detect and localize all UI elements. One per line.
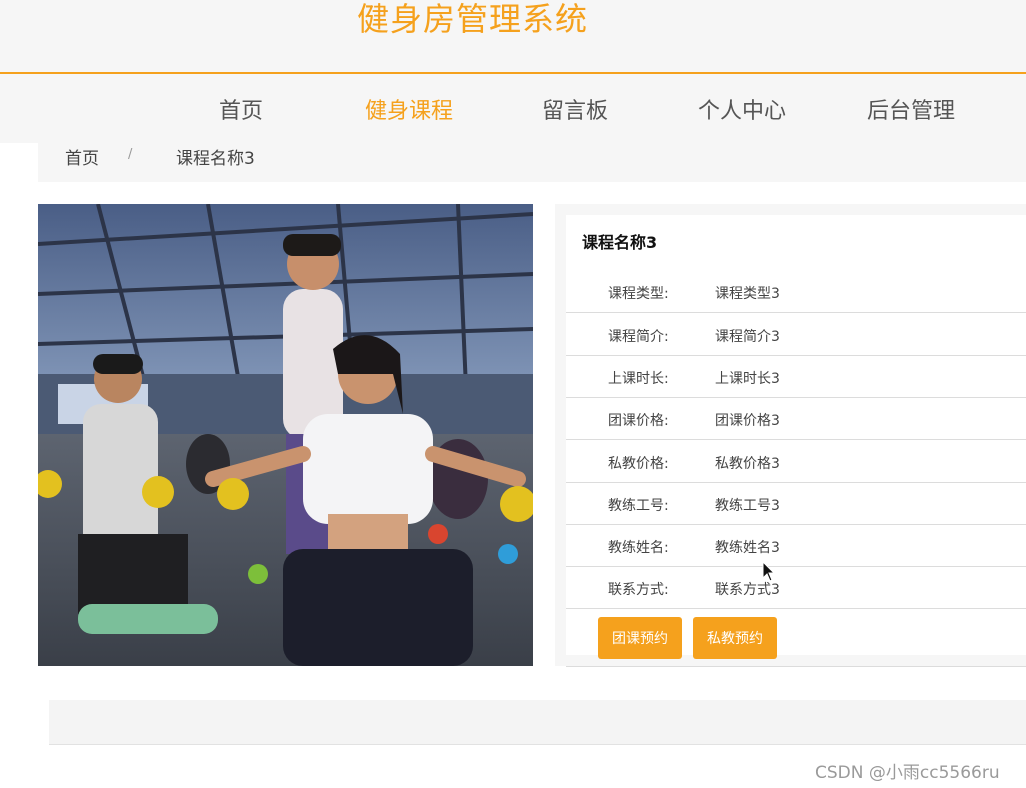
detail-row-course-intro: 课程简介: 课程简介3 [566, 314, 1026, 356]
detail-value: 团课价格3 [715, 413, 780, 429]
nav-item-personal-center[interactable]: 个人中心 [698, 93, 786, 125]
course-detail-card: 课程名称3 课程类型: 课程类型3 课程简介: 课程简介3 上课时长: 上课时长… [566, 215, 1026, 667]
breadcrumb-current: 课程名称3 [176, 149, 255, 169]
course-detail-panel: 课程名称3 课程类型: 课程类型3 课程简介: 课程简介3 上课时长: 上课时长… [555, 204, 1026, 667]
detail-value: 课程类型3 [715, 286, 780, 302]
group-booking-button[interactable]: 团课预约 [598, 617, 682, 659]
breadcrumb-home-link[interactable]: 首页 [65, 144, 99, 169]
detail-value: 教练工号3 [715, 498, 780, 514]
course-title: 课程名称3 [582, 233, 658, 252]
site-title: 健身房管理系统 [357, 0, 589, 38]
detail-row-group-price: 团课价格: 团课价格3 [566, 398, 1026, 440]
detail-value: 私教价格3 [715, 456, 780, 472]
detail-row-coach-name: 教练姓名: 教练姓名3 [566, 525, 1026, 567]
mouse-cursor-icon [762, 560, 776, 587]
nav-item-message-board[interactable]: 留言板 [542, 93, 608, 125]
detail-value: 上课时长3 [715, 371, 780, 387]
private-booking-button[interactable]: 私教预约 [693, 617, 777, 659]
detail-row-contact: 联系方式: 联系方式3 [566, 567, 1026, 609]
detail-label: 上课时长: [608, 371, 669, 387]
detail-row-duration: 上课时长: 上课时长3 [566, 356, 1026, 398]
card-divider [566, 666, 1026, 667]
detail-label: 团课价格: [608, 413, 669, 429]
detail-label: 教练姓名: [608, 540, 669, 556]
detail-value: 教练姓名3 [715, 540, 780, 556]
detail-label: 联系方式: [608, 582, 669, 598]
detail-row-private-price: 私教价格: 私教价格3 [566, 441, 1026, 483]
detail-label: 私教价格: [608, 456, 669, 472]
nav-item-admin[interactable]: 后台管理 [867, 93, 955, 125]
breadcrumb-separator: / [128, 147, 133, 162]
detail-value: 课程简介3 [715, 329, 780, 345]
nav-item-home[interactable]: 首页 [219, 93, 263, 125]
site-header: 健身房管理系统 [0, 0, 1026, 72]
detail-label: 课程类型: [608, 286, 669, 302]
course-photo [38, 204, 533, 666]
detail-label: 教练工号: [608, 498, 669, 514]
breadcrumb: 首页 / 课程名称3 [38, 128, 1026, 182]
nav-item-courses[interactable]: 健身课程 [365, 93, 453, 125]
detail-label: 课程简介: [608, 329, 669, 345]
watermark: CSDN @小雨cc5566ru [815, 763, 1000, 783]
detail-row-course-type: 课程类型: 课程类型3 [566, 271, 1026, 313]
detail-row-coach-id: 教练工号: 教练工号3 [566, 483, 1026, 525]
footer [49, 700, 1026, 745]
